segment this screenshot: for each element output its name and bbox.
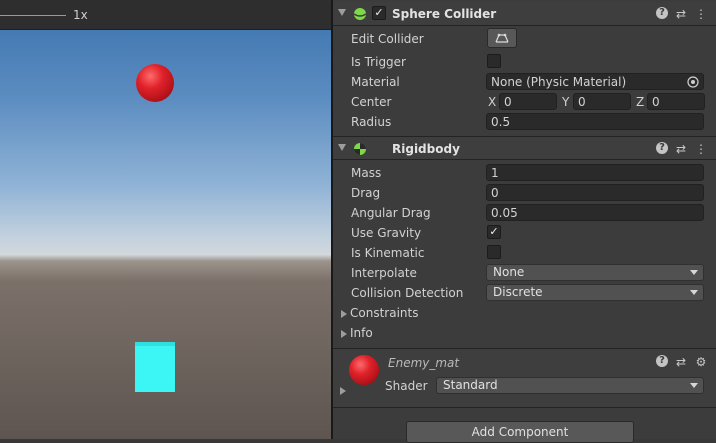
zoom-slider[interactable] xyxy=(0,15,66,16)
chevron-down-icon xyxy=(690,270,698,275)
presets-icon[interactable]: ⇄ xyxy=(674,142,688,156)
is-kinematic-label: Is Kinematic xyxy=(351,246,425,260)
is-kinematic-row: Is Kinematic xyxy=(333,243,716,263)
edit-collider-label: Edit Collider xyxy=(351,32,424,46)
use-gravity-row: Use Gravity ✓ xyxy=(333,223,716,243)
collision-detection-dropdown[interactable]: Discrete xyxy=(486,284,704,301)
center-y-label: Y xyxy=(562,95,570,109)
collapse-icon[interactable] xyxy=(338,9,346,16)
edit-collider-button[interactable] xyxy=(487,28,517,48)
context-menu-icon[interactable]: ⋮ xyxy=(694,142,708,156)
angular-drag-row: Angular Drag 0.05 xyxy=(333,203,716,223)
is-trigger-label: Is Trigger xyxy=(351,55,406,69)
center-row: Center X 0 Y 0 Z 0 xyxy=(333,92,716,112)
center-y-field[interactable]: 0 xyxy=(573,93,631,110)
game-view-toolbar: 1x xyxy=(0,0,331,30)
material-section: Enemy_mat ? ⇄ ⚙ Shader Standard xyxy=(333,348,716,408)
rigidbody-header[interactable]: Rigidbody ? ⇄ ⋮ xyxy=(333,136,716,160)
expand-icon xyxy=(341,309,347,318)
angular-drag-label: Angular Drag xyxy=(351,206,431,220)
edit-collider-row: Edit Collider xyxy=(333,28,716,48)
radius-row: Radius 0.5 xyxy=(333,112,716,132)
collapse-icon[interactable] xyxy=(338,144,346,151)
help-icon[interactable]: ? xyxy=(656,142,668,154)
presets-icon[interactable]: ⇄ xyxy=(674,355,688,369)
drag-label: Drag xyxy=(351,186,381,200)
help-icon[interactable]: ? xyxy=(656,355,668,367)
center-z-label: Z xyxy=(636,95,645,109)
center-x-field[interactable]: 0 xyxy=(499,93,557,110)
is-trigger-row: Is Trigger xyxy=(333,52,716,72)
expand-icon[interactable] xyxy=(340,387,346,395)
is-trigger-checkbox[interactable] xyxy=(487,54,501,68)
mass-label: Mass xyxy=(351,166,382,180)
edit-collider-icon xyxy=(495,33,509,43)
game-view[interactable]: 1x xyxy=(0,0,331,439)
interpolate-label: Interpolate xyxy=(351,266,417,280)
component-title: Sphere Collider xyxy=(392,7,497,21)
zoom-label: 1x xyxy=(73,8,88,22)
sphere-collider-icon xyxy=(353,8,367,20)
red-sphere xyxy=(136,64,174,102)
interpolate-dropdown[interactable]: None xyxy=(486,264,704,281)
collision-detection-row: Collision Detection Discrete xyxy=(333,283,716,303)
material-name: Enemy_mat xyxy=(388,356,460,370)
radius-label: Radius xyxy=(351,115,392,129)
material-row: Material None (Physic Material) xyxy=(333,72,716,92)
radius-field[interactable]: 0.5 xyxy=(486,113,704,130)
interpolate-row: Interpolate None xyxy=(333,263,716,283)
collision-detection-label: Collision Detection xyxy=(351,286,464,300)
expand-icon xyxy=(341,329,347,338)
center-label: Center xyxy=(351,95,392,109)
rigidbody-icon xyxy=(354,143,366,155)
add-component-button[interactable]: Add Component xyxy=(406,421,634,443)
center-z-field[interactable]: 0 xyxy=(647,93,705,110)
sphere-collider-header[interactable]: ✓ Sphere Collider ? ⇄ ⋮ xyxy=(333,2,716,26)
object-picker-icon[interactable] xyxy=(687,76,699,88)
gear-icon[interactable]: ⚙ xyxy=(694,355,708,369)
drag-field[interactable]: 0 xyxy=(486,184,704,201)
center-x-label: X xyxy=(488,95,497,109)
chevron-down-icon xyxy=(690,290,698,295)
material-field[interactable]: None (Physic Material) xyxy=(486,73,704,90)
angular-drag-field[interactable]: 0.05 xyxy=(486,204,704,221)
presets-icon[interactable]: ⇄ xyxy=(674,7,688,21)
context-menu-icon[interactable]: ⋮ xyxy=(694,7,708,21)
shader-dropdown[interactable]: Standard xyxy=(436,377,704,394)
enabled-checkbox[interactable]: ✓ xyxy=(372,6,386,20)
constraints-foldout[interactable]: Constraints xyxy=(341,306,418,320)
component-title: Rigidbody xyxy=(392,142,460,156)
drag-row: Drag 0 xyxy=(333,183,716,203)
info-foldout[interactable]: Info xyxy=(341,326,373,340)
material-label: Material xyxy=(351,75,400,89)
use-gravity-label: Use Gravity xyxy=(351,226,422,240)
inspector-panel: ✓ Sphere Collider ? ⇄ ⋮ Edit Collider Is… xyxy=(333,0,716,443)
chevron-down-icon xyxy=(690,383,698,388)
mass-row: Mass 1 xyxy=(333,163,716,183)
is-kinematic-checkbox[interactable] xyxy=(487,245,501,259)
shader-label: Shader xyxy=(385,379,428,393)
use-gravity-checkbox[interactable]: ✓ xyxy=(487,225,501,239)
mass-field[interactable]: 1 xyxy=(486,164,704,181)
material-preview xyxy=(349,355,379,385)
cyan-cube xyxy=(135,342,175,392)
help-icon[interactable]: ? xyxy=(656,7,668,19)
